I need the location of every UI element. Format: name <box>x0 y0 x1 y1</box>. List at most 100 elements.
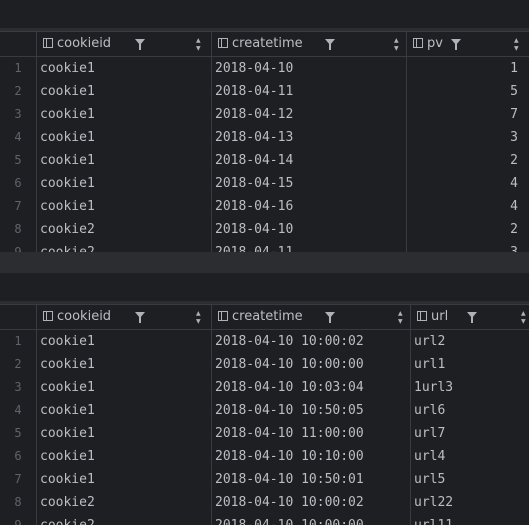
filter-icon[interactable] <box>325 39 335 50</box>
grid-header: cookieid ▲ ▼ createtime ▲ ▼ url ▲ ▼ <box>0 304 529 330</box>
cell-createtime[interactable]: 2018-04-16 <box>215 195 405 218</box>
table-row[interactable]: 3 cookie1 2018-04-10 10:03:04 1url3 <box>0 376 529 399</box>
filter-icon[interactable] <box>451 39 461 50</box>
cell-createtime[interactable]: 2018-04-10 <box>215 57 405 80</box>
table-row[interactable]: 7 cookie1 2018-04-10 10:50:01 url5 <box>0 468 529 491</box>
cell-pv[interactable]: 3 <box>410 126 518 149</box>
cell-createtime[interactable]: 2018-04-10 10:00:00 <box>215 353 409 376</box>
cell-cookieid[interactable]: cookie1 <box>40 376 210 399</box>
cell-cookieid[interactable]: cookie2 <box>40 218 210 241</box>
sort-icon[interactable]: ▲ ▼ <box>521 310 526 326</box>
table-row[interactable]: 7 cookie1 2018-04-16 4 <box>0 195 529 218</box>
cell-createtime[interactable]: 2018-04-14 <box>215 149 405 172</box>
cell-cookieid[interactable]: cookie1 <box>40 330 210 353</box>
cell-createtime[interactable]: 2018-04-10 10:10:00 <box>215 445 409 468</box>
cell-createtime[interactable]: 2018-04-13 <box>215 126 405 149</box>
column-header-pv[interactable]: pv ▲ ▼ <box>406 32 529 56</box>
cell-createtime[interactable]: 2018-04-12 <box>215 103 405 126</box>
filter-icon[interactable] <box>135 312 145 323</box>
table-row[interactable]: 6 cookie1 2018-04-10 10:10:00 url4 <box>0 445 529 468</box>
sort-icon[interactable]: ▲ ▼ <box>196 310 201 326</box>
cell-createtime[interactable]: 2018-04-10 10:50:05 <box>215 399 409 422</box>
cell-pv[interactable]: 1 <box>410 57 518 80</box>
cell-createtime[interactable]: 2018-04-10 10:03:04 <box>215 376 409 399</box>
filter-icon[interactable] <box>135 39 145 50</box>
cell-cookieid[interactable]: cookie1 <box>40 399 210 422</box>
cell-pv[interactable]: 3 <box>410 241 518 252</box>
sql-query-pv[interactable]: select * from website_pv_info; <box>0 0 529 46</box>
column-header-cookieid[interactable]: cookieid ▲ ▼ <box>36 32 211 56</box>
table-row[interactable]: 5 cookie1 2018-04-14 2 <box>0 149 529 172</box>
cell-cookieid[interactable]: cookie2 <box>40 241 210 252</box>
column-label: createtime <box>232 36 303 51</box>
cell-cookieid[interactable]: cookie1 <box>40 195 210 218</box>
cell-pv[interactable]: 4 <box>410 195 518 218</box>
table-row[interactable]: 1 cookie1 2018-04-10 10:00:02 url2 <box>0 330 529 353</box>
cell-url[interactable]: url2 <box>414 330 524 353</box>
row-number: 9 <box>14 518 22 525</box>
table-row[interactable]: 2 cookie1 2018-04-10 10:00:00 url1 <box>0 353 529 376</box>
row-number: 2 <box>14 84 22 98</box>
cell-cookieid[interactable]: cookie1 <box>40 353 210 376</box>
column-icon <box>413 38 423 48</box>
cell-url[interactable]: url4 <box>414 445 524 468</box>
column-header-createtime[interactable]: createtime ▲ ▼ <box>211 32 406 56</box>
cell-createtime[interactable]: 2018-04-15 <box>215 172 405 195</box>
sort-icon[interactable]: ▲ ▼ <box>514 37 519 53</box>
cell-url[interactable]: url7 <box>414 422 524 445</box>
column-header-cookieid[interactable]: cookieid ▲ ▼ <box>36 305 211 329</box>
cell-pv[interactable]: 7 <box>410 103 518 126</box>
cell-cookieid[interactable]: cookie1 <box>40 468 210 491</box>
table-row[interactable]: 9 cookie2 2018-04-11 3 <box>0 241 529 252</box>
result-grid-pv[interactable]: cookieid ▲ ▼ createtime ▲ ▼ pv ▲ ▼ 1 cookie1 2018-0… <box>0 31 529 252</box>
cell-createtime[interactable]: 2018-04-10 10:00:02 <box>215 491 409 514</box>
cell-createtime[interactable]: 2018-04-10 <box>215 218 405 241</box>
sort-icon[interactable]: ▲ ▼ <box>196 37 201 53</box>
result-grid-url[interactable]: cookieid ▲ ▼ createtime ▲ ▼ url ▲ ▼ 1 cookie1 2018-… <box>0 304 529 525</box>
sort-icon[interactable]: ▲ ▼ <box>398 310 403 326</box>
filter-icon[interactable] <box>325 312 335 323</box>
table-row[interactable]: 2 cookie1 2018-04-11 5 <box>0 80 529 103</box>
cell-cookieid[interactable]: cookie1 <box>40 57 210 80</box>
table-row[interactable]: 4 cookie1 2018-04-10 10:50:05 url6 <box>0 399 529 422</box>
cell-createtime[interactable]: 2018-04-10 10:50:01 <box>215 468 409 491</box>
cell-url[interactable]: url6 <box>414 399 524 422</box>
cell-cookieid[interactable]: cookie1 <box>40 80 210 103</box>
cell-url[interactable]: url1 <box>414 353 524 376</box>
column-header-url[interactable]: url ▲ ▼ <box>410 305 529 329</box>
cell-pv[interactable]: 2 <box>410 218 518 241</box>
filter-icon[interactable] <box>467 312 477 323</box>
column-header-createtime[interactable]: createtime ▲ ▼ <box>211 305 410 329</box>
cell-createtime[interactable]: 2018-04-11 <box>215 80 405 103</box>
table-row[interactable]: 3 cookie1 2018-04-12 7 <box>0 103 529 126</box>
separator <box>0 252 529 273</box>
table-row[interactable]: 8 cookie2 2018-04-10 2 <box>0 218 529 241</box>
cell-cookieid[interactable]: cookie2 <box>40 491 210 514</box>
table-row[interactable]: 9 cookie2 2018-04-10 10:00:00 url11 <box>0 514 529 525</box>
cell-url[interactable]: url22 <box>414 491 524 514</box>
cell-url[interactable]: url5 <box>414 468 524 491</box>
sort-icon[interactable]: ▲ ▼ <box>394 37 399 53</box>
sql-query-url[interactable]: select * from website_url_info; <box>0 273 529 319</box>
table-row[interactable]: 1 cookie1 2018-04-10 1 <box>0 57 529 80</box>
cell-createtime[interactable]: 2018-04-11 <box>215 241 405 252</box>
table-row[interactable]: 4 cookie1 2018-04-13 3 <box>0 126 529 149</box>
cell-cookieid[interactable]: cookie1 <box>40 172 210 195</box>
cell-createtime[interactable]: 2018-04-10 10:00:02 <box>215 330 409 353</box>
cell-cookieid[interactable]: cookie1 <box>40 422 210 445</box>
cell-cookieid[interactable]: cookie1 <box>40 126 210 149</box>
table-row[interactable]: 6 cookie1 2018-04-15 4 <box>0 172 529 195</box>
cell-url[interactable]: url11 <box>414 514 524 525</box>
table-row[interactable]: 5 cookie1 2018-04-10 11:00:00 url7 <box>0 422 529 445</box>
cell-createtime[interactable]: 2018-04-10 11:00:00 <box>215 422 409 445</box>
cell-createtime[interactable]: 2018-04-10 10:00:00 <box>215 514 409 525</box>
cell-cookieid[interactable]: cookie2 <box>40 514 210 525</box>
cell-pv[interactable]: 4 <box>410 172 518 195</box>
cell-cookieid[interactable]: cookie1 <box>40 149 210 172</box>
cell-cookieid[interactable]: cookie1 <box>40 445 210 468</box>
cell-url[interactable]: 1url3 <box>414 376 524 399</box>
table-row[interactable]: 8 cookie2 2018-04-10 10:00:02 url22 <box>0 491 529 514</box>
cell-pv[interactable]: 2 <box>410 149 518 172</box>
cell-pv[interactable]: 5 <box>410 80 518 103</box>
cell-cookieid[interactable]: cookie1 <box>40 103 210 126</box>
